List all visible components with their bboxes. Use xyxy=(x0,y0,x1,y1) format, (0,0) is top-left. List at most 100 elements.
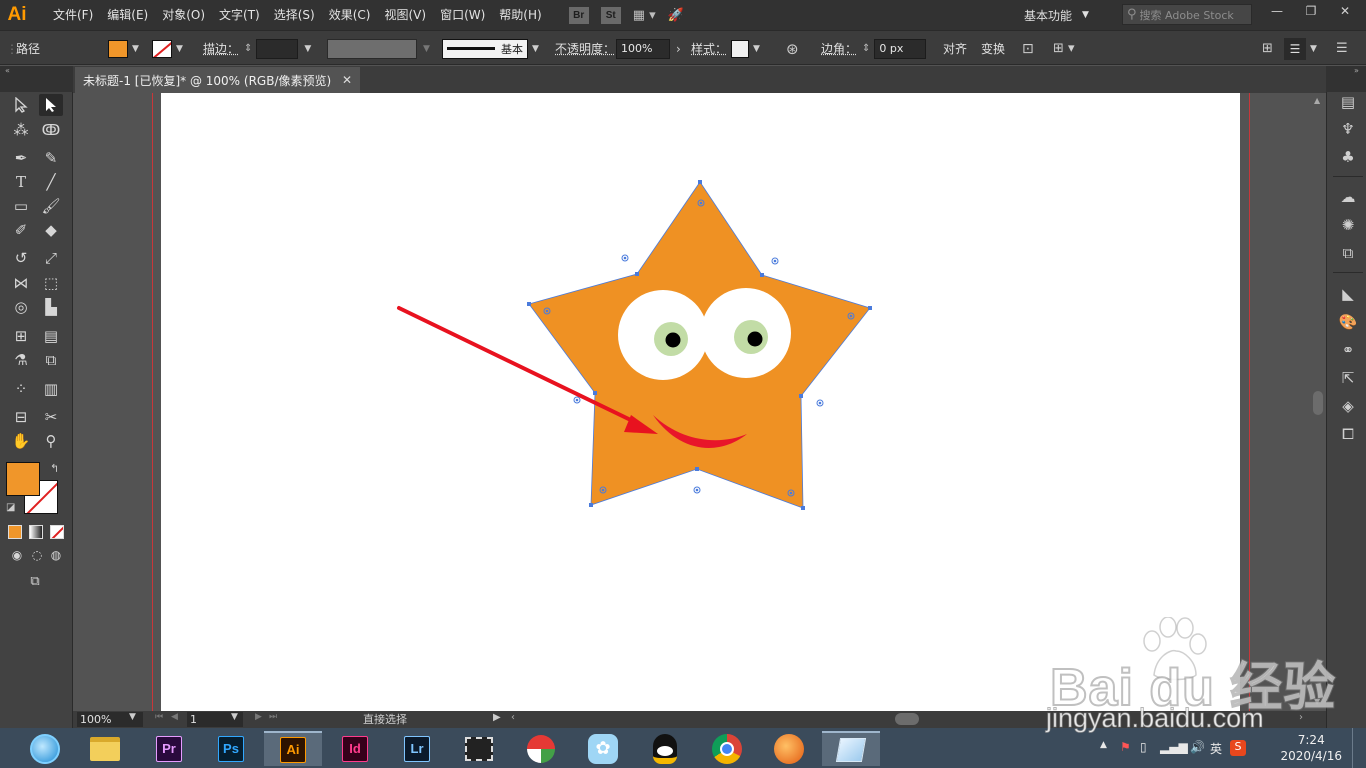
taskbar-notes[interactable] xyxy=(822,731,880,766)
menu-effect[interactable]: 效果(C) xyxy=(322,0,378,30)
magic-wand-tool-icon[interactable]: ⁂ xyxy=(9,119,33,141)
volume-icon[interactable]: 🔊 xyxy=(1190,740,1205,754)
taskbar-lightroom[interactable]: Lr xyxy=(388,731,446,766)
scroll-thumb[interactable] xyxy=(1313,391,1323,415)
chevron-down-icon[interactable]: ▼ xyxy=(304,44,311,54)
creative-cloud-icon[interactable]: ☁ xyxy=(1338,187,1358,207)
menu-type[interactable]: 文字(T) xyxy=(212,0,267,30)
restore-button[interactable]: ❐ xyxy=(1294,0,1328,22)
collapse-toolbox-icon[interactable]: « xyxy=(5,66,10,75)
fill-swatch-dropdown[interactable]: ▼ xyxy=(108,31,139,66)
export-panel-icon[interactable]: ⇱ xyxy=(1338,368,1358,388)
system-clock[interactable]: 7:24 2020/4/16 xyxy=(1280,732,1342,764)
taskbar-indesign[interactable]: Id xyxy=(326,731,384,766)
network-signal-icon[interactable]: ▂▄▆ xyxy=(1160,740,1188,754)
stroke-label[interactable]: 描边： xyxy=(203,31,239,66)
draw-inside-icon[interactable]: ◍ xyxy=(44,544,68,566)
taskbar-qq[interactable] xyxy=(636,731,694,766)
screen-mode-icon[interactable]: ⧉ xyxy=(23,570,47,592)
arrange-documents-icon[interactable]: ▦ ▾ xyxy=(633,8,656,23)
mesh-tool-icon[interactable]: ⊞ xyxy=(9,325,33,347)
control-menu-button[interactable]: ☰ ▼ xyxy=(1284,31,1317,66)
artboard[interactable] xyxy=(161,93,1240,711)
color-mode-icon[interactable] xyxy=(8,525,22,539)
corner-radius-input[interactable]: 0 px xyxy=(874,38,927,59)
recolor-artwork-icon[interactable]: ⊛ xyxy=(786,31,799,66)
libraries-panel-icon[interactable]: ♆ xyxy=(1338,119,1358,139)
pen-tool-icon[interactable]: ✒ xyxy=(9,147,33,169)
taskbar-file-explorer[interactable] xyxy=(76,731,134,766)
chevron-down-icon[interactable]: ▼ xyxy=(129,712,136,722)
gpu-performance-icon[interactable]: 🚀 xyxy=(668,8,684,23)
bridge-button[interactable]: Br xyxy=(568,6,589,24)
properties-panel-icon[interactable]: ▤ xyxy=(1338,92,1358,112)
lasso-tool-icon[interactable]: ↂ xyxy=(39,119,63,141)
flyout-menu-icon[interactable]: ☰ xyxy=(1336,31,1348,66)
corner-label[interactable]: 边角： xyxy=(821,31,857,66)
opacity-input[interactable]: 100% xyxy=(616,38,670,59)
taskbar-bird[interactable]: ✿ xyxy=(574,731,632,766)
status-menu-arrow-icon[interactable]: ▶ xyxy=(493,712,501,723)
menu-help[interactable]: 帮助(H) xyxy=(492,0,548,30)
opacity-field[interactable]: 100% › xyxy=(616,31,681,66)
taskbar-games[interactable] xyxy=(512,731,570,766)
blend-tool-icon[interactable]: ⧉ xyxy=(39,349,63,371)
hand-tool-icon[interactable]: ✋ xyxy=(9,430,33,452)
chevron-down-icon[interactable]: ▼ xyxy=(1314,697,1320,706)
opacity-label[interactable]: 不透明度： xyxy=(555,31,615,66)
next-artboard-icon[interactable]: ▶ xyxy=(255,712,262,722)
expand-dock-icon[interactable]: » xyxy=(1354,66,1359,75)
taskbar-photoshop[interactable]: Ps xyxy=(202,731,260,766)
transparency-panel-icon[interactable]: ◣ xyxy=(1338,284,1358,304)
swap-fill-stroke-icon[interactable]: ↰ xyxy=(50,462,59,475)
rotate-tool-icon[interactable]: ↺ xyxy=(9,247,33,269)
fill-color-swatch[interactable] xyxy=(6,462,40,496)
slice-tool-icon[interactable]: ✂ xyxy=(39,406,63,428)
layers-panel-icon[interactable]: ◈ xyxy=(1338,396,1358,416)
eyedropper-tool-icon[interactable]: ⚗ xyxy=(9,349,33,371)
menu-edit[interactable]: 编辑(E) xyxy=(100,0,155,30)
artboard-tool-icon[interactable]: ⊟ xyxy=(9,406,33,428)
select-similar-icon[interactable]: ⊞ ▾ xyxy=(1053,31,1075,66)
swatches-panel-icon[interactable]: ⚭ xyxy=(1338,340,1358,360)
canvas[interactable] xyxy=(73,93,1326,711)
taskbar-fox[interactable] xyxy=(760,731,818,766)
color-guide-icon[interactable]: 🎨 xyxy=(1338,312,1358,332)
arrange-panels-icon[interactable]: ⊞ xyxy=(1262,31,1273,66)
close-tab-icon[interactable]: ✕ xyxy=(342,73,352,87)
appearance-panel-icon[interactable]: ✺ xyxy=(1338,215,1358,235)
stock-button[interactable]: St xyxy=(600,6,621,24)
isolate-selected-icon[interactable]: ⊡ xyxy=(1022,31,1034,66)
stock-search-input[interactable]: ⚲ 搜索 Adobe Stock xyxy=(1122,4,1252,25)
chevron-down-icon[interactable]: ▼ xyxy=(231,712,238,722)
stepper-icon[interactable]: ⇕ xyxy=(862,43,870,54)
scroll-right-icon[interactable]: › xyxy=(1299,712,1303,723)
last-artboard-icon[interactable]: ⏭ xyxy=(269,712,277,722)
close-window-button[interactable]: ✕ xyxy=(1328,0,1362,22)
direct-selection-tool-icon[interactable] xyxy=(39,94,63,116)
default-fill-stroke-icon[interactable]: ◪ xyxy=(6,502,15,513)
chevron-right-icon[interactable]: › xyxy=(676,42,681,56)
line-segment-tool-icon[interactable]: ╱ xyxy=(39,171,63,193)
menu-view[interactable]: 视图(V) xyxy=(377,0,433,30)
transform-button[interactable]: 变换 xyxy=(981,31,1005,66)
symbol-sprayer-tool-icon[interactable]: ⁘ xyxy=(9,378,33,400)
scale-tool-icon[interactable]: ⤢ xyxy=(39,247,63,269)
vertical-scrollbar[interactable]: ▲ ▼ xyxy=(1310,93,1326,711)
first-artboard-icon[interactable]: ⏮ xyxy=(155,712,163,722)
menu-object[interactable]: 对象(O) xyxy=(155,0,212,30)
menu-file[interactable]: 文件(F) xyxy=(46,0,100,30)
rectangle-tool-icon[interactable]: ▭ xyxy=(9,195,33,217)
device-icon[interactable]: ▯ xyxy=(1140,740,1147,754)
zoom-tool-icon[interactable]: ⚲ xyxy=(39,430,63,452)
stroke-weight-input[interactable] xyxy=(256,38,299,59)
graphic-style-dropdown[interactable]: ▼ xyxy=(731,31,760,66)
taskbar-chrome[interactable] xyxy=(698,731,756,766)
shape-builder-tool-icon[interactable]: ◎ xyxy=(9,296,33,318)
taskbar-video[interactable] xyxy=(450,731,508,766)
taskbar-illustrator[interactable]: Ai xyxy=(264,731,322,766)
ime-language[interactable]: 英 xyxy=(1210,740,1222,757)
flag-alert-icon[interactable]: ⚑ xyxy=(1120,740,1131,754)
symbols-panel-icon[interactable]: ♣ xyxy=(1338,147,1358,167)
scroll-left-icon[interactable]: ‹ xyxy=(511,712,515,723)
